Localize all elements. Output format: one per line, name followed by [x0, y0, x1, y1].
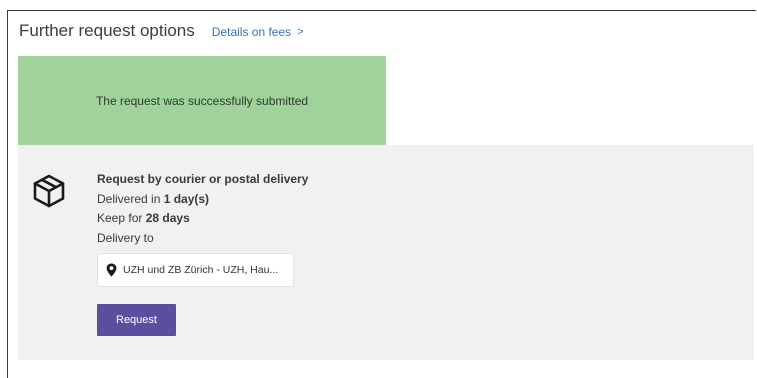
chevron-right-icon: >	[297, 26, 304, 38]
option-details: Request by courier or postal delivery De…	[97, 170, 308, 248]
request-options-header: Further request options Details on fees …	[19, 21, 304, 41]
request-button[interactable]: Request	[97, 304, 176, 336]
success-notice: The request was successfully submitted	[18, 56, 386, 145]
delivery-time: Delivered in 1 day(s)	[97, 190, 308, 210]
keep-period-label: Keep for	[97, 211, 146, 225]
delivery-time-value: 1 day(s)	[163, 191, 210, 206]
courier-delivery-option: Request by courier or postal delivery De…	[18, 145, 754, 360]
delivery-location-value: UZH und ZB Zürich - UZH, Hau...	[123, 264, 279, 276]
success-message: The request was successfully submitted	[95, 93, 309, 108]
delivery-to-label: Delivery to	[97, 230, 154, 245]
details-on-fees-label: Details on fees	[211, 25, 292, 39]
keep-period: Keep for 28 days	[97, 209, 308, 229]
details-on-fees-link[interactable]: Details on fees >	[212, 25, 304, 39]
package-box-icon	[33, 174, 65, 208]
section-title: Further request options	[19, 21, 195, 40]
delivery-location-select[interactable]: UZH und ZB Zürich - UZH, Hau...	[97, 253, 294, 287]
request-options-frame: Further request options Details on fees …	[7, 10, 756, 378]
option-title: Request by courier or postal delivery	[97, 172, 309, 186]
delivery-time-label: Delivered in	[97, 191, 164, 206]
keep-period-value: 28 days	[145, 211, 190, 225]
map-pin-icon	[106, 263, 117, 277]
